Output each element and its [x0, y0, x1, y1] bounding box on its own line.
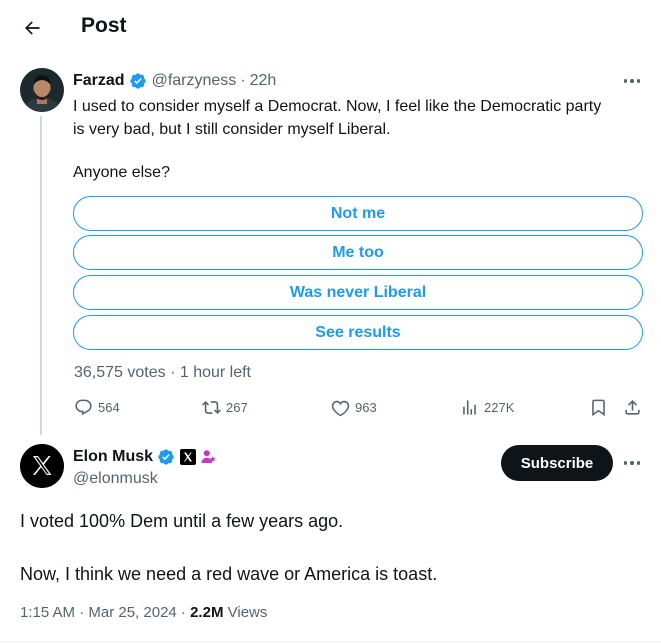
- views-button[interactable]: 227K: [460, 398, 514, 417]
- time-separator: ·: [240, 72, 246, 89]
- back-arrow-icon: [25, 21, 40, 35]
- quoted-author-name[interactable]: Farzad: [73, 72, 125, 90]
- bookmark-button[interactable]: [589, 398, 608, 422]
- poll-option-me-too[interactable]: Me too: [73, 235, 643, 270]
- like-count: 963: [355, 400, 377, 415]
- quoted-question: Anyone else?: [73, 164, 170, 181]
- repost-count: 267: [226, 400, 248, 415]
- main-author-row: Elon Musk: [73, 448, 218, 466]
- verified-badge-icon: [129, 72, 147, 90]
- quoted-author-handle[interactable]: @farzyness: [152, 72, 237, 90]
- main-author-handle[interactable]: @elonmusk: [73, 470, 158, 488]
- poll-meta: 36,575 votes · 1 hour left: [74, 364, 251, 381]
- quoted-timestamp[interactable]: 22h: [250, 72, 277, 90]
- poll-option-not-me[interactable]: Not me: [73, 196, 643, 231]
- header: Post: [0, 0, 661, 56]
- main-text-line-2: Now, I think we need a red wave or Ameri…: [20, 564, 438, 584]
- share-icon: [625, 400, 640, 415]
- org-badge-icon[interactable]: [200, 448, 218, 466]
- quoted-more-button[interactable]: [617, 71, 647, 91]
- more-icon: [623, 79, 641, 83]
- post-views-count: 2.2M: [190, 604, 224, 621]
- x-affiliation-badge-icon[interactable]: [180, 449, 197, 465]
- main-author-name[interactable]: Elon Musk: [73, 448, 153, 466]
- elon-avatar[interactable]: [20, 444, 64, 488]
- poll-option-never-liberal[interactable]: Was never Liberal: [73, 275, 643, 310]
- subscribe-button[interactable]: Subscribe: [501, 445, 613, 481]
- post-views-label: Views: [227, 604, 268, 621]
- repost-icon: [202, 401, 221, 414]
- poll-see-results[interactable]: See results: [73, 315, 643, 350]
- page-title: Post: [81, 14, 127, 37]
- reply-count: 564: [98, 400, 120, 415]
- post-meta: 1:15 AM · Mar 25, 2024 · 2.2M Views: [20, 604, 267, 621]
- farzad-avatar[interactable]: [20, 68, 64, 112]
- quoted-author-row: Farzad @farzyness · 22h: [73, 72, 276, 90]
- main-more-button[interactable]: [617, 453, 647, 473]
- reply-icon: [75, 399, 92, 416]
- bottom-divider: [0, 641, 661, 642]
- views-icon: [463, 400, 476, 415]
- main-text-line-1: I voted 100% Dem until a few years ago.: [20, 511, 344, 531]
- thread-line: [40, 116, 42, 435]
- like-icon: [331, 400, 350, 417]
- share-button[interactable]: [623, 398, 642, 422]
- quoted-text-line-1: I used to consider myself a Democrat. No…: [73, 98, 602, 115]
- more-icon: [623, 461, 641, 465]
- verified-badge-icon: [157, 448, 175, 466]
- quoted-text-line-2: is very bad, but I still consider myself…: [73, 121, 391, 138]
- post-timestamp[interactable]: 1:15 AM · Mar 25, 2024 ·: [20, 604, 190, 621]
- back-button[interactable]: [14, 10, 50, 46]
- like-button[interactable]: 963: [331, 398, 377, 417]
- views-count: 227K: [484, 400, 515, 415]
- x-logo-icon: [20, 444, 64, 488]
- repost-button[interactable]: 267: [202, 398, 248, 417]
- bookmark-icon: [592, 399, 605, 417]
- reply-button[interactable]: 564: [74, 398, 120, 417]
